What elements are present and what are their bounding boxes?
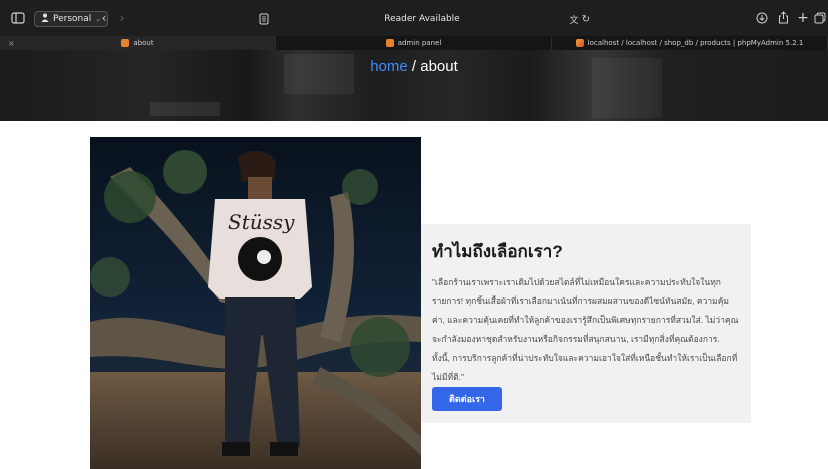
back-icon[interactable]: ‹ (96, 10, 112, 26)
favicon-icon (121, 39, 130, 47)
tab-admin-panel[interactable]: admin panel (276, 36, 552, 50)
breadcrumb-separator: / (407, 58, 421, 75)
why-us-text: "เลือกร้านเราเพราะเราเติมไปด้วยสไตล์ที่ไ… (432, 277, 739, 382)
forward-icon[interactable]: › (114, 10, 130, 26)
about-photo: Stüssy (90, 137, 421, 469)
hero-banner: home / about (0, 50, 828, 121)
close-icon[interactable]: × (8, 39, 15, 48)
sidebar-icon[interactable] (10, 10, 26, 26)
hero-decoration (150, 98, 220, 121)
tab-phpmyadmin[interactable]: localhost / localhost / shop_db / produc… (552, 36, 828, 50)
profile-label: Personal (53, 14, 92, 24)
tabs-overview-icon[interactable] (812, 10, 828, 26)
svg-text:Stüssy: Stüssy (228, 210, 295, 234)
phpmyadmin-icon (575, 39, 584, 47)
address-bar[interactable]: Reader Available (252, 9, 592, 29)
breadcrumb: home / about (0, 58, 828, 75)
person-icon (41, 13, 49, 25)
tab-bar: × about admin panel localhost / localhos… (0, 36, 828, 50)
browser-toolbar: Personal ⌄ ‹ › Reader Available 文 ↻ + (0, 0, 828, 36)
why-us-heading: ทำไมถึงเลือกเรา? (432, 242, 563, 261)
plus-icon[interactable]: + (795, 10, 811, 26)
address-text: Reader Available (384, 14, 460, 24)
breadcrumb-current: about (420, 58, 458, 75)
tab-label: about (133, 39, 154, 47)
favicon-icon (385, 39, 394, 47)
reload-icon[interactable]: ↻ (578, 11, 594, 27)
share-icon[interactable] (775, 9, 791, 25)
why-us-card: ทำไมถึงเลือกเรา? "เลือกร้านเราเพราะเราเต… (421, 224, 751, 423)
download-icon[interactable] (754, 10, 770, 26)
breadcrumb-home-link[interactable]: home (370, 58, 408, 75)
tab-label: admin panel (397, 39, 442, 47)
tab-label: localhost / localhost / shop_db / produc… (587, 39, 804, 47)
contact-us-button[interactable]: ติดต่อเรา (432, 387, 502, 411)
tab-about[interactable]: × about (0, 36, 276, 50)
